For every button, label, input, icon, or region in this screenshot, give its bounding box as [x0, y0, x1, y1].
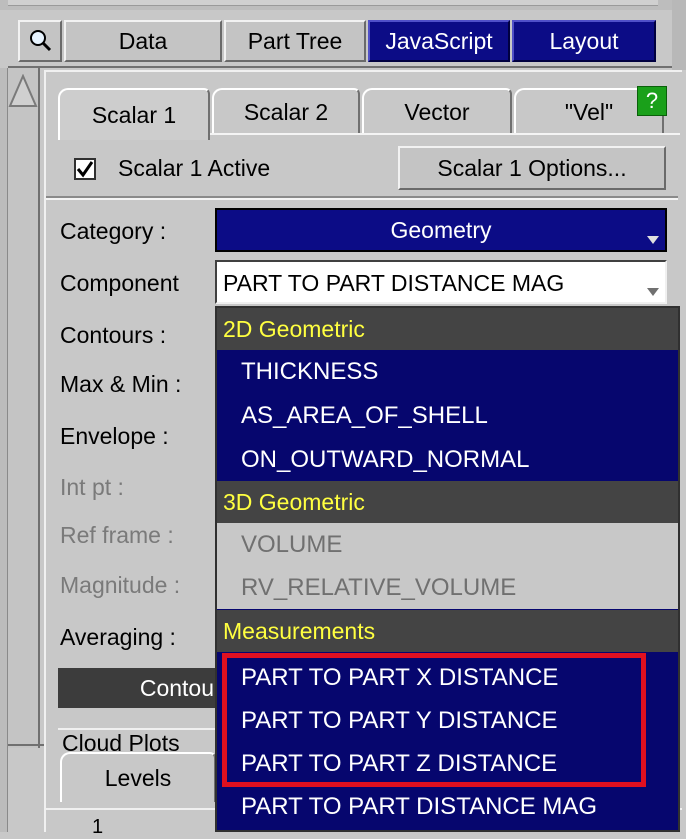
top-strip-inner	[8, 0, 658, 6]
tab-levels[interactable]: Levels	[60, 752, 216, 802]
scalar-active-label: Scalar 1 Active	[118, 155, 271, 181]
option-part-to-part-distance-mag[interactable]: PART TO PART DISTANCE MAG	[217, 785, 678, 828]
tab-vector[interactable]: Vector	[362, 88, 512, 134]
envelope-label: Envelope :	[60, 423, 169, 449]
contours-bar[interactable]: Contou	[58, 668, 218, 708]
averaging-label: Averaging :	[60, 624, 176, 650]
tabs-baseline	[210, 133, 680, 135]
levels-row-index: 1	[92, 816, 104, 838]
magnitude-label: Magnitude :	[60, 572, 181, 598]
contours-label: Contours :	[60, 322, 167, 348]
magnifier-icon	[30, 30, 52, 52]
option-on-outward-normal[interactable]: ON_OUTWARD_NORMAL	[217, 438, 678, 481]
help-icon: ?	[645, 88, 659, 113]
option-rv-relative-volume: RV_RELATIVE_VOLUME	[217, 566, 678, 609]
component-label: Component	[60, 270, 179, 296]
tab-levels-label: Levels	[104, 764, 172, 791]
option-thickness[interactable]: THICKNESS	[217, 350, 678, 393]
category-chevron-down-icon	[647, 236, 659, 244]
component-chevron-down-icon	[647, 288, 659, 296]
side-scrollbar[interactable]	[8, 68, 40, 748]
toolbar-divider	[8, 66, 672, 68]
tab-scalar-2-label: Scalar 2	[243, 98, 329, 125]
scalar-options-label: Scalar 1 Options...	[437, 154, 627, 181]
tab-part-tree[interactable]: Part Tree	[224, 20, 366, 62]
group-2d-geometric-header: 2D Geometric	[217, 308, 678, 350]
category-value: Geometry	[390, 216, 492, 243]
left-bottom-divider	[8, 744, 44, 746]
component-value: PART TO PART DISTANCE MAG	[223, 270, 565, 296]
tab-scalar-1-label: Scalar 1	[91, 101, 177, 128]
tab-javascript[interactable]: JavaScript	[368, 20, 510, 62]
window-right-edge	[672, 0, 686, 70]
max-min-label: Max & Min :	[60, 371, 182, 397]
left-margin	[0, 68, 8, 832]
section-divider-light	[46, 198, 678, 200]
highlight-box	[222, 653, 646, 787]
component-select[interactable]: PART TO PART DISTANCE MAG	[215, 260, 667, 304]
group-measurements-header: Measurements	[217, 610, 678, 652]
tab-layout[interactable]: Layout	[512, 20, 656, 62]
option-as-area-of-shell[interactable]: AS_AREA_OF_SHELL	[217, 394, 678, 437]
ref-frame-label: Ref frame :	[60, 522, 174, 548]
int-pt-label: Int pt :	[60, 474, 124, 500]
tab-scalar-2[interactable]: Scalar 2	[212, 88, 360, 134]
scalar-options-button[interactable]: Scalar 1 Options...	[398, 146, 666, 190]
tab-vector-label: Vector	[404, 98, 470, 125]
option-volume: VOLUME	[217, 523, 678, 566]
tab-scalar-1[interactable]: Scalar 1	[58, 88, 210, 140]
tab-vel-label: "Vel"	[564, 98, 614, 125]
tab-javascript-label: JavaScript	[385, 27, 493, 54]
tab-part-tree-label: Part Tree	[247, 27, 343, 54]
scroll-up-arrow-icon[interactable]	[8, 74, 38, 110]
category-label: Category :	[60, 218, 167, 244]
scalar-active-checkbox[interactable]	[74, 158, 96, 180]
checkmark-icon	[76, 161, 94, 178]
category-select[interactable]: Geometry	[215, 208, 667, 252]
group-3d-geometric-header: 3D Geometric	[217, 481, 678, 523]
tab-layout-label: Layout	[549, 27, 619, 54]
help-button[interactable]: ?	[637, 86, 667, 116]
search-button[interactable]	[18, 20, 62, 62]
tab-data-label: Data	[118, 27, 168, 54]
tab-data[interactable]: Data	[64, 20, 222, 62]
cloud-plots-underline	[58, 728, 218, 730]
contours-bar-label: Contou	[139, 674, 214, 701]
